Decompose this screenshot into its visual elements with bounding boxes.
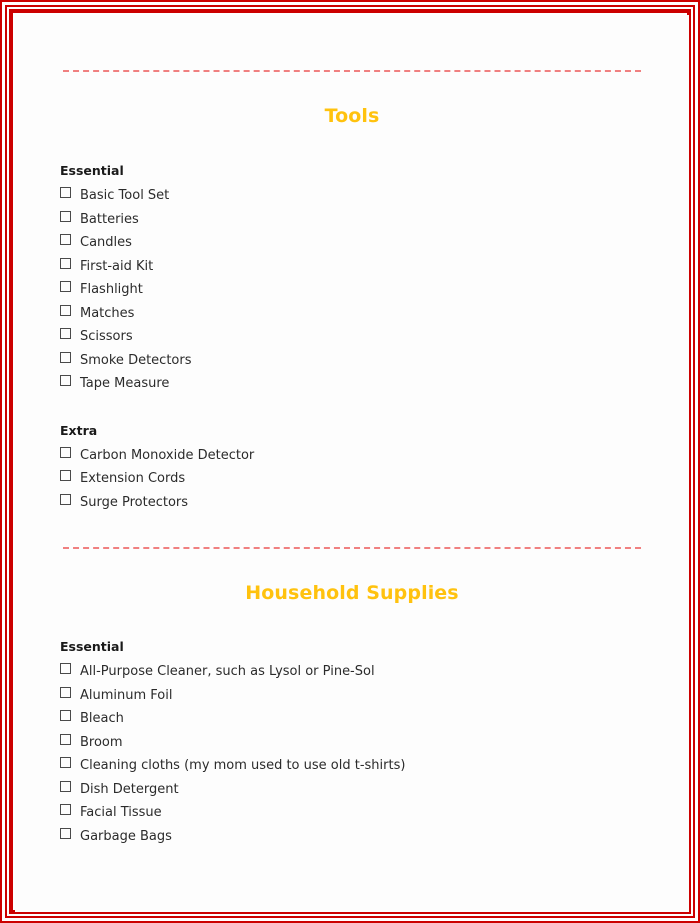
checkbox-icon[interactable]	[60, 470, 71, 481]
list-item-label: Dish Detergent	[80, 781, 179, 797]
section-heading-tools: Tools	[324, 105, 380, 127]
group-label-essential: Essential	[60, 163, 124, 178]
list-item[interactable]: Flashlight	[60, 278, 659, 302]
section-divider-middle	[63, 547, 641, 549]
document-content: Tools Essential Basic Tool Set Batteries…	[15, 15, 689, 912]
checkbox-icon[interactable]	[60, 493, 71, 505]
list-item[interactable]: Broom	[60, 731, 659, 755]
checklist-group-tools-extra: Extra Carbon Monoxide Detector Extension…	[60, 423, 659, 515]
list-item[interactable]: Basic Tool Set	[60, 184, 659, 208]
list-item-label: Candles	[80, 235, 132, 250]
list-item-label: Broom	[80, 734, 123, 750]
list-item[interactable]: Facial Tissue	[60, 801, 659, 825]
checkbox-icon[interactable]	[60, 281, 71, 292]
list-item-label: Facial Tissue	[80, 805, 162, 820]
list-item[interactable]: Garbage Bags	[60, 825, 659, 849]
list-item[interactable]: Batteries	[60, 208, 659, 232]
list-item[interactable]: Matches	[60, 302, 659, 326]
checkbox-icon[interactable]	[60, 328, 71, 339]
list-item-label: Smoke Detectors	[80, 352, 192, 368]
list-item-label: All-Purpose Cleaner, such as Lysol or Pi…	[80, 664, 375, 679]
decorative-page-border-outer: Tools Essential Basic Tool Set Batteries…	[0, 0, 700, 923]
list-item-label: Carbon Monoxide Detector	[80, 447, 255, 463]
checkbox-icon[interactable]	[60, 663, 71, 674]
checklist-group-tools-essential: Essential Basic Tool Set Batteries Candl…	[60, 163, 659, 396]
list-item[interactable]: Aluminum Foil	[60, 684, 659, 708]
checklist-tools-extra: Carbon Monoxide Detector Extension Cords…	[60, 444, 659, 515]
list-item[interactable]: Cleaning cloths (my mom used to use old …	[60, 754, 659, 778]
list-item-label: Extension Cords	[80, 471, 186, 486]
group-label-essential: Essential	[60, 639, 124, 654]
section-divider-top	[63, 70, 641, 72]
checkbox-icon[interactable]	[60, 804, 71, 815]
list-item-label: Flashlight	[80, 282, 143, 297]
list-item[interactable]: All-Purpose Cleaner, such as Lysol or Pi…	[60, 660, 659, 684]
list-item[interactable]: Bleach	[60, 707, 659, 731]
list-item-label: Aluminum Foil	[80, 687, 173, 703]
checkbox-icon[interactable]	[60, 304, 71, 316]
list-item[interactable]: Scissors	[60, 325, 659, 349]
list-item[interactable]: Extension Cords	[60, 467, 659, 491]
checklist-household-essential: All-Purpose Cleaner, such as Lysol or Pi…	[60, 660, 659, 848]
checkbox-icon[interactable]	[60, 733, 71, 745]
checkbox-icon[interactable]	[60, 375, 71, 386]
list-item[interactable]: Carbon Monoxide Detector	[60, 444, 659, 468]
section-heading-household-supplies: Household Supplies	[245, 582, 459, 604]
list-item-label: First-aid Kit	[80, 258, 154, 274]
list-item-label: Batteries	[80, 211, 139, 227]
group-label-extra: Extra	[60, 422, 98, 438]
list-item[interactable]: Tape Measure	[60, 372, 659, 396]
checkbox-icon[interactable]	[60, 187, 71, 198]
checkbox-icon[interactable]	[60, 757, 71, 768]
checkbox-icon[interactable]	[60, 780, 71, 792]
checklist-tools-essential: Basic Tool Set Batteries Candles First-a…	[60, 184, 659, 396]
checklist-group-household-essential: Essential All-Purpose Cleaner, such as L…	[60, 639, 659, 848]
list-item[interactable]: Smoke Detectors	[60, 349, 659, 373]
checkbox-icon[interactable]	[60, 257, 71, 269]
list-item[interactable]: Surge Protectors	[60, 491, 659, 515]
list-item[interactable]: First-aid Kit	[60, 255, 659, 279]
checkbox-icon[interactable]	[60, 234, 71, 245]
list-item-label: Garbage Bags	[80, 828, 172, 844]
list-item-label: Surge Protectors	[80, 494, 189, 510]
list-item-label: Scissors	[80, 329, 133, 344]
checkbox-icon[interactable]	[60, 827, 71, 839]
checkbox-icon[interactable]	[60, 710, 71, 721]
list-item[interactable]: Candles	[60, 231, 659, 255]
checkbox-icon[interactable]	[60, 686, 71, 698]
checkbox-icon[interactable]	[60, 446, 71, 458]
list-item-label: Matches	[80, 305, 135, 321]
checkbox-icon[interactable]	[60, 351, 71, 363]
list-item[interactable]: Dish Detergent	[60, 778, 659, 802]
checkbox-icon[interactable]	[60, 210, 71, 222]
list-item-label: Tape Measure	[80, 376, 170, 391]
list-item-label: Bleach	[80, 711, 124, 726]
list-item-label: Basic Tool Set	[80, 188, 170, 203]
list-item-label: Cleaning cloths (my mom used to use old …	[80, 758, 406, 773]
